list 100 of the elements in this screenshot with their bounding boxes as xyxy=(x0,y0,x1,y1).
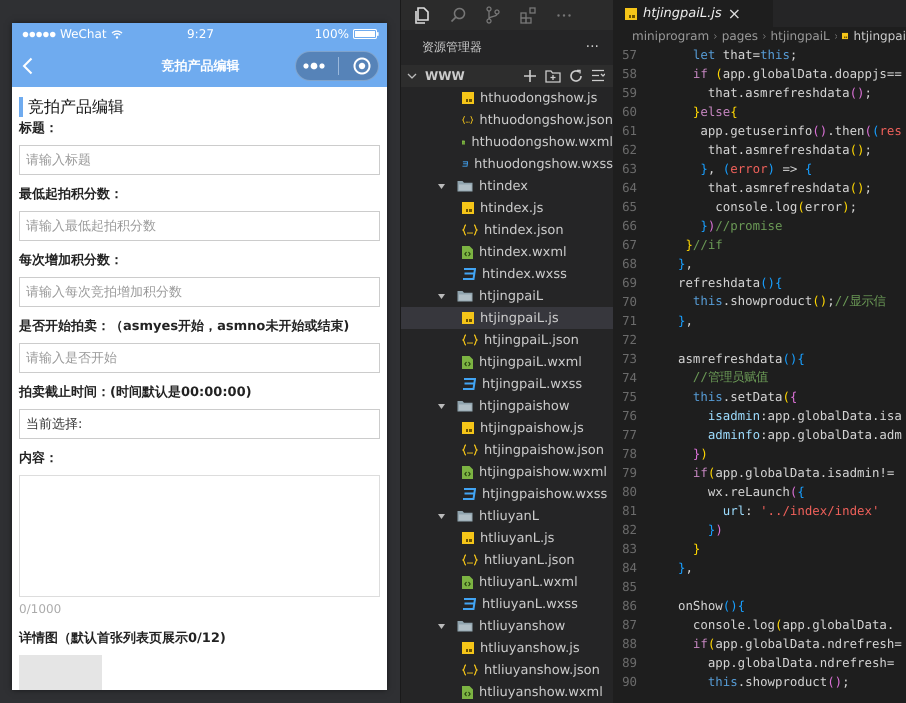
line-number: 67 xyxy=(621,237,637,252)
input-field[interactable]: 请输入最低起拍积分数 xyxy=(19,211,380,241)
file-item[interactable]: htindex.js xyxy=(401,197,613,219)
file-item[interactable]: htjingpaiL.wxss xyxy=(401,373,613,395)
field-label: 最低起拍积分数： xyxy=(19,186,124,203)
folder-item[interactable]: htjingpaishow xyxy=(401,395,613,417)
input-field[interactable]: 请输入是否开始 xyxy=(19,343,380,373)
editor-tab[interactable]: htjingpaiL.js × xyxy=(613,0,773,27)
line-number: 77 xyxy=(621,427,637,442)
code-line: url: '../index/index' xyxy=(722,503,880,518)
code-line: asmrefreshdata(){ xyxy=(678,351,805,366)
line-number: 63 xyxy=(621,161,637,176)
code-line: }, xyxy=(678,313,693,328)
breadcrumb-item[interactable]: pages xyxy=(722,29,758,43)
file-item[interactable]: htliuyanL.js xyxy=(401,527,613,549)
file-item[interactable]: hthuodongshow.js xyxy=(401,87,613,109)
code-line: if (app.globalData.doappjs== xyxy=(692,66,902,81)
date-picker-field[interactable]: 当前选择: xyxy=(19,409,380,439)
input-field[interactable]: 请输入标题 xyxy=(19,145,380,175)
line-number: 80 xyxy=(621,484,637,499)
section-heading: 竞拍产品编辑 xyxy=(19,97,380,117)
code-line: }, xyxy=(678,560,693,575)
line-number: 87 xyxy=(621,617,637,632)
file-item[interactable]: htliuyanshow.js xyxy=(401,637,613,659)
file-item[interactable]: htjingpaiL.json xyxy=(401,329,613,351)
code-line: wx.reLaunch({ xyxy=(706,484,805,499)
line-number: 61 xyxy=(621,123,637,138)
line-number: 69 xyxy=(621,275,637,290)
code-line: let that=this; xyxy=(692,47,798,62)
code-line: this.showproduct();//显示信 xyxy=(692,293,886,310)
file-item[interactable]: htliuyanshow.wxml xyxy=(401,681,613,703)
code-line: if(app.globalData.isadmin!= xyxy=(692,465,894,480)
line-number: 73 xyxy=(621,351,637,366)
file-item[interactable]: htindex.wxss xyxy=(401,263,613,285)
file-item[interactable]: htjingpaishow.wxss xyxy=(401,483,613,505)
code-line: this.setData({ xyxy=(692,389,798,404)
explorer-more-button[interactable]: ··· xyxy=(586,39,599,56)
input-field[interactable]: 请输入每次竞拍增加积分数 xyxy=(19,277,380,307)
close-tab-button[interactable]: × xyxy=(728,4,742,23)
code-line: }) xyxy=(706,522,723,537)
code-line: app.globalData.ndrefresh= xyxy=(706,655,894,670)
file-item[interactable]: htjingpaiL.wxml xyxy=(401,351,613,373)
code-line: isadmin:app.globalData.isa xyxy=(706,408,902,423)
file-item[interactable]: htindex.json xyxy=(401,219,613,241)
code-line: adminfo:app.globalData.adm xyxy=(706,427,902,442)
code-line: console.log(app.globalData. xyxy=(692,617,894,632)
workspace-header[interactable]: WWW xyxy=(401,64,613,87)
code-line: that.asmrefreshdata(); xyxy=(706,180,872,195)
line-number: 89 xyxy=(621,655,637,670)
line-number: 82 xyxy=(621,522,637,537)
folder-item[interactable]: htindex xyxy=(401,175,613,197)
line-number: 59 xyxy=(621,85,637,100)
line-number: 84 xyxy=(621,560,637,575)
page-title: 竞拍产品编辑 xyxy=(160,58,240,75)
code-line: }, xyxy=(678,256,693,271)
folder-item[interactable]: htliuyanshow xyxy=(401,615,613,637)
line-number: 70 xyxy=(621,294,637,309)
file-item[interactable]: htjingpaiL.js xyxy=(401,307,613,329)
line-number: 62 xyxy=(621,142,637,157)
field-label: 详情图（默认首张列表页展示0/12) xyxy=(19,630,227,647)
explorer-title: 资源管理器 xyxy=(422,38,482,56)
character-counter: 0/1000 xyxy=(19,601,62,617)
code-line: this.showproduct(); xyxy=(706,674,850,689)
file-item[interactable]: htindex.wxml xyxy=(401,241,613,263)
code-line: } xyxy=(692,541,700,556)
file-item[interactable]: htjingpaishow.js xyxy=(401,417,613,439)
line-number: 81 xyxy=(621,503,637,518)
file-item[interactable]: hthuodongshow.json xyxy=(401,109,613,131)
field-label: 是否开始拍卖：（asmyes开始，asmno未开始或结束) xyxy=(19,318,350,335)
file-item[interactable]: htjingpaishow.json xyxy=(401,439,613,461)
file-item[interactable]: htliuyanL.wxss xyxy=(401,593,613,615)
line-number: 65 xyxy=(621,199,637,214)
code-line: refreshdata(){ xyxy=(678,275,782,290)
code-line: }//if xyxy=(684,237,723,252)
line-number: 72 xyxy=(621,332,637,347)
line-number: 88 xyxy=(621,636,637,651)
code-line: if(app.globalData.ndrefresh= xyxy=(692,636,902,651)
breadcrumb-item[interactable]: htjingpai xyxy=(853,29,906,43)
line-number: 79 xyxy=(621,465,637,480)
line-number: 71 xyxy=(621,313,637,328)
line-number: 76 xyxy=(621,408,637,423)
folder-item[interactable]: htliuyanL xyxy=(401,505,613,527)
code-line: that.asmrefreshdata(); xyxy=(706,85,872,100)
breadcrumb-item[interactable]: miniprogram xyxy=(632,29,710,43)
breadcrumb-item[interactable]: htjingpaiL xyxy=(770,29,830,43)
line-number: 68 xyxy=(621,256,637,271)
code-line: }else{ xyxy=(692,104,738,119)
workspace-name: WWW xyxy=(425,68,465,83)
file-item[interactable]: hthuodongshow.wxss xyxy=(401,153,613,175)
code-line: console.log(error); xyxy=(714,199,858,214)
code-line: onShow(){ xyxy=(678,598,746,613)
line-number: 64 xyxy=(621,180,637,195)
file-item[interactable]: htliuyanshow.json xyxy=(401,659,613,681)
line-number: 66 xyxy=(621,218,637,233)
file-item[interactable]: htjingpaishow.wxml xyxy=(401,461,613,483)
file-item[interactable]: hthuodongshow.wxml xyxy=(401,131,613,153)
folder-item[interactable]: htjingpaiL xyxy=(401,285,613,307)
field-label: 每次增加积分数： xyxy=(19,252,124,269)
file-item[interactable]: htliuyanL.json xyxy=(401,549,613,571)
file-item[interactable]: htliuyanL.wxml xyxy=(401,571,613,593)
